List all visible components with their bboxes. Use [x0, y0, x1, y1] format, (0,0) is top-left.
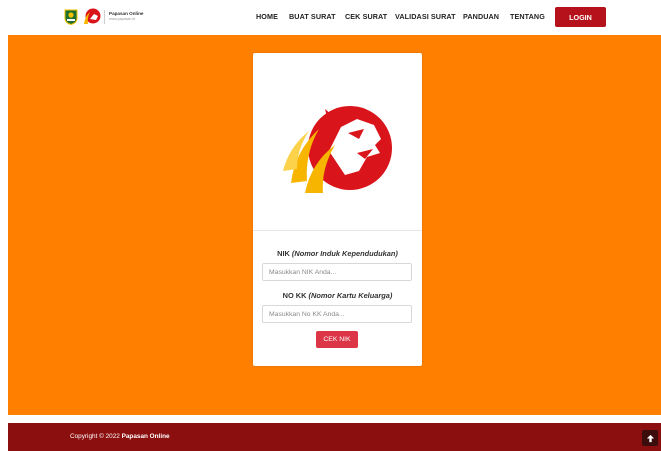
back-to-top-button[interactable] — [642, 430, 658, 446]
kk-label-hint: (Nomor Kartu Keluarga) — [308, 291, 393, 300]
nav-panduan[interactable]: PANDUAN — [463, 12, 499, 21]
nik-label-hint: (Nomor Induk Kependudukan) — [291, 249, 398, 258]
papasan-lion-logo-icon — [283, 106, 392, 193]
kk-label: NO KK (Nomor Kartu Keluarga) — [253, 291, 422, 300]
card-divider — [253, 230, 422, 231]
nav-cek-surat[interactable]: CEK SURAT — [345, 12, 387, 21]
login-button[interactable]: LOGIN — [555, 7, 606, 27]
nik-label-text: NIK — [277, 249, 290, 258]
kk-input[interactable] — [262, 305, 412, 323]
nik-input[interactable] — [262, 263, 412, 281]
page-footer: Copyright © 2022 Papasan Online — [8, 423, 661, 451]
copyright-text: Copyright © 2022 Papasan Online — [70, 433, 170, 440]
cek-nik-button[interactable]: CEK NIK — [316, 331, 358, 348]
kk-label-text: NO KK — [282, 291, 307, 300]
top-navbar: Papasan Online www.papasan.id HOME BUAT … — [0, 0, 661, 35]
card-logo-area — [253, 53, 422, 230]
nik-label: NIK (Nomor Induk Kependudukan) — [253, 249, 422, 258]
nav-home[interactable]: HOME — [256, 12, 278, 21]
copyright-brand: Papasan Online — [121, 433, 170, 440]
nav-validasi-surat[interactable]: VALIDASI SURAT — [395, 12, 456, 21]
copyright-prefix: Copyright © 2022 — [70, 433, 120, 440]
nav-buat-surat[interactable]: BUAT SURAT — [289, 12, 336, 21]
nik-check-card: NIK (Nomor Induk Kependudukan) NO KK (No… — [253, 53, 422, 366]
arrow-up-icon — [646, 434, 654, 442]
nav-tentang[interactable]: TENTANG — [510, 12, 545, 21]
